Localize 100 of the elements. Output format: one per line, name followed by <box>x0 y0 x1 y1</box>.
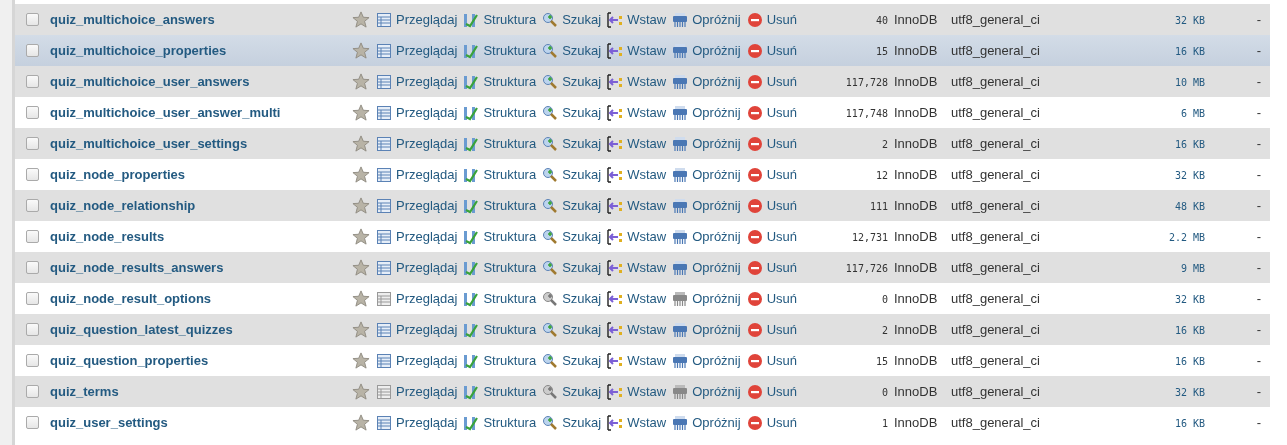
insert-link[interactable]: Wstaw <box>607 259 667 276</box>
table-name-link[interactable]: quiz_multichoice_user_settings <box>50 136 248 151</box>
structure-link[interactable]: Struktura <box>463 228 537 245</box>
search-link[interactable]: Szukaj <box>542 352 602 369</box>
drop-link[interactable]: Usuń <box>746 73 797 90</box>
structure-link[interactable]: Struktura <box>463 135 537 152</box>
empty-link[interactable]: Opróżnij <box>672 228 741 245</box>
empty-link[interactable]: Opróżnij <box>672 321 741 338</box>
search-link[interactable]: Szukaj <box>542 104 602 121</box>
drop-link[interactable]: Usuń <box>746 228 797 245</box>
empty-link[interactable]: Opróżnij <box>672 166 741 183</box>
drop-link[interactable]: Usuń <box>746 259 797 276</box>
structure-link[interactable]: Struktura <box>463 42 537 59</box>
insert-link[interactable]: Wstaw <box>607 321 667 338</box>
empty-link[interactable]: Opróżnij <box>672 104 741 121</box>
structure-link[interactable]: Struktura <box>463 73 537 90</box>
drop-link[interactable]: Usuń <box>746 104 797 121</box>
drop-link[interactable]: Usuń <box>746 11 797 28</box>
table-name-link[interactable]: quiz_multichoice_answers <box>50 12 215 27</box>
table-name-link[interactable]: quiz_user_settings <box>50 415 168 430</box>
structure-link[interactable]: Struktura <box>463 290 537 307</box>
insert-link[interactable]: Wstaw <box>607 135 667 152</box>
row-checkbox[interactable] <box>26 230 39 243</box>
row-checkbox[interactable] <box>26 292 39 305</box>
favorite-star-icon[interactable] <box>352 352 370 369</box>
favorite-star-icon[interactable] <box>352 259 370 276</box>
drop-link[interactable]: Usuń <box>746 166 797 183</box>
drop-link[interactable]: Usuń <box>746 42 797 59</box>
table-name-link[interactable]: quiz_node_result_options <box>50 291 212 306</box>
row-checkbox[interactable] <box>26 261 39 274</box>
browse-link[interactable]: Przeglądaj <box>376 11 458 28</box>
size-link[interactable]: 32 KB <box>1174 387 1205 398</box>
browse-link[interactable]: Przeglądaj <box>376 42 458 59</box>
browse-link[interactable]: Przeglądaj <box>376 73 458 90</box>
drop-link[interactable]: Usuń <box>746 290 797 307</box>
size-link[interactable]: 16 KB <box>1174 356 1205 367</box>
drop-link[interactable]: Usuń <box>746 135 797 152</box>
search-link[interactable]: Szukaj <box>542 197 602 214</box>
drop-link[interactable]: Usuń <box>746 197 797 214</box>
row-checkbox[interactable] <box>26 168 39 181</box>
table-name-link[interactable]: quiz_question_latest_quizzes <box>50 322 233 337</box>
search-link[interactable]: Szukaj <box>542 228 602 245</box>
structure-link[interactable]: Struktura <box>463 414 537 431</box>
drop-link[interactable]: Usuń <box>746 321 797 338</box>
row-checkbox[interactable] <box>26 137 39 150</box>
favorite-star-icon[interactable] <box>352 197 370 214</box>
favorite-star-icon[interactable] <box>352 290 370 307</box>
browse-link[interactable]: Przeglądaj <box>376 197 458 214</box>
browse-link[interactable]: Przeglądaj <box>376 321 458 338</box>
insert-link[interactable]: Wstaw <box>607 383 667 400</box>
insert-link[interactable]: Wstaw <box>607 290 667 307</box>
search-link[interactable]: Szukaj <box>542 414 602 431</box>
row-checkbox[interactable] <box>26 44 39 57</box>
favorite-star-icon[interactable] <box>352 11 370 28</box>
size-link[interactable]: 32 KB <box>1174 170 1205 181</box>
table-name-link[interactable]: quiz_terms <box>50 384 119 399</box>
table-name-link[interactable]: quiz_multichoice_user_answer_multi <box>50 105 281 120</box>
empty-link[interactable]: Opróżnij <box>672 352 741 369</box>
search-link[interactable]: Szukaj <box>542 259 602 276</box>
table-name-link[interactable]: quiz_node_results <box>50 229 165 244</box>
empty-link[interactable]: Opróżnij <box>672 11 741 28</box>
insert-link[interactable]: Wstaw <box>607 197 667 214</box>
table-name-link[interactable]: quiz_node_properties <box>50 167 186 182</box>
row-checkbox[interactable] <box>26 106 39 119</box>
structure-link[interactable]: Struktura <box>463 321 537 338</box>
table-name-link[interactable]: quiz_multichoice_user_answers <box>50 74 250 89</box>
structure-link[interactable]: Struktura <box>463 197 537 214</box>
favorite-star-icon[interactable] <box>352 321 370 338</box>
empty-link[interactable]: Opróżnij <box>672 42 741 59</box>
table-name-link[interactable]: quiz_node_relationship <box>50 198 196 213</box>
browse-link[interactable]: Przeglądaj <box>376 135 458 152</box>
table-name-link[interactable]: quiz_question_properties <box>50 353 209 368</box>
favorite-star-icon[interactable] <box>352 104 370 121</box>
drop-link[interactable]: Usuń <box>746 414 797 431</box>
size-link[interactable]: 16 KB <box>1174 325 1205 336</box>
row-checkbox[interactable] <box>26 385 39 398</box>
row-checkbox[interactable] <box>26 13 39 26</box>
search-link[interactable]: Szukaj <box>542 321 602 338</box>
size-link[interactable]: 32 KB <box>1174 15 1205 26</box>
insert-link[interactable]: Wstaw <box>607 166 667 183</box>
drop-link[interactable]: Usuń <box>746 383 797 400</box>
favorite-star-icon[interactable] <box>352 135 370 152</box>
favorite-star-icon[interactable] <box>352 228 370 245</box>
size-link[interactable]: 32 KB <box>1174 294 1205 305</box>
size-link[interactable]: 9 MB <box>1180 263 1205 274</box>
insert-link[interactable]: Wstaw <box>607 11 667 28</box>
browse-link[interactable]: Przeglądaj <box>376 352 458 369</box>
empty-link[interactable]: Opróżnij <box>672 259 741 276</box>
size-link[interactable]: 6 MB <box>1180 108 1205 119</box>
search-link[interactable]: Szukaj <box>542 42 602 59</box>
size-link[interactable]: 10 MB <box>1174 77 1205 88</box>
browse-link[interactable]: Przeglądaj <box>376 259 458 276</box>
search-link[interactable]: Szukaj <box>542 73 602 90</box>
row-checkbox[interactable] <box>26 75 39 88</box>
browse-link[interactable]: Przeglądaj <box>376 104 458 121</box>
structure-link[interactable]: Struktura <box>463 383 537 400</box>
insert-link[interactable]: Wstaw <box>607 42 667 59</box>
insert-link[interactable]: Wstaw <box>607 228 667 245</box>
structure-link[interactable]: Struktura <box>463 11 537 28</box>
favorite-star-icon[interactable] <box>352 73 370 90</box>
